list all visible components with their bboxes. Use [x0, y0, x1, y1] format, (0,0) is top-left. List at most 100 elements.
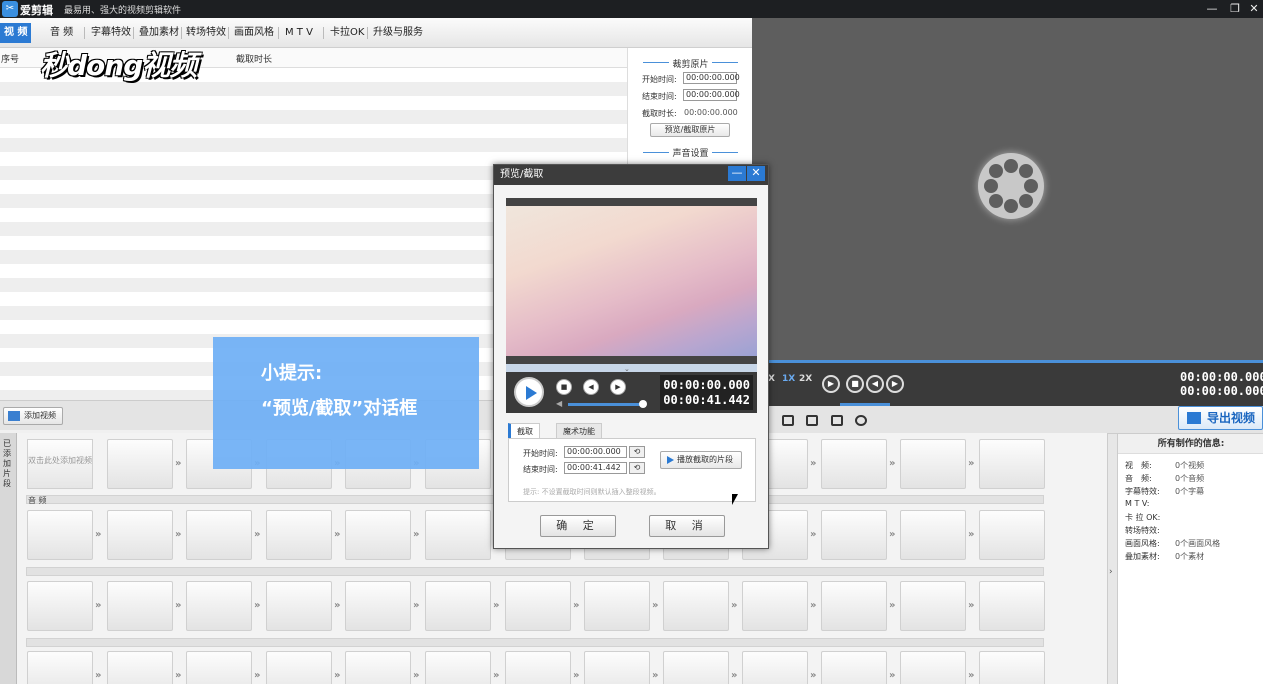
- ok-button[interactable]: 确 定: [540, 515, 616, 537]
- transition-arrow-icon[interactable]: »: [493, 601, 503, 611]
- clip-slot[interactable]: [425, 510, 491, 560]
- dialog-step-forward-icon[interactable]: ▶: [610, 379, 626, 395]
- transition-arrow-icon[interactable]: »: [652, 671, 662, 681]
- clip-slot[interactable]: [584, 651, 650, 684]
- dialog-close-button[interactable]: ✕: [747, 166, 765, 181]
- clip-slot[interactable]: [107, 581, 173, 631]
- clip-slot[interactable]: [900, 581, 966, 631]
- collapse-panel-tab[interactable]: ›: [1107, 434, 1117, 684]
- tab-upgrade-service[interactable]: 升级与服务: [373, 25, 423, 41]
- speed-half-button[interactable]: X: [768, 374, 775, 384]
- transition-arrow-icon[interactable]: »: [175, 530, 185, 540]
- clip-slot[interactable]: [345, 510, 411, 560]
- transition-arrow-icon[interactable]: »: [95, 530, 105, 540]
- clip-slot[interactable]: [27, 581, 93, 631]
- transition-arrow-icon[interactable]: »: [413, 530, 423, 540]
- transition-arrow-icon[interactable]: »: [413, 601, 423, 611]
- transition-arrow-icon[interactable]: »: [334, 530, 344, 540]
- tab-video[interactable]: 视 频: [0, 23, 32, 43]
- tab-karaoke[interactable]: 卡拉OK: [330, 25, 364, 41]
- transition-arrow-icon[interactable]: »: [968, 530, 978, 540]
- clip-slot[interactable]: [821, 581, 887, 631]
- added-clips-tab[interactable]: 已添加片段: [0, 433, 17, 684]
- clip-slot[interactable]: [900, 439, 966, 489]
- preview-player[interactable]: [752, 18, 1263, 360]
- dialog-start-time-field[interactable]: 00:00:00.000: [564, 446, 627, 458]
- clip-slot[interactable]: [425, 651, 491, 684]
- play-segment-button[interactable]: 播放截取的片段: [660, 451, 742, 469]
- transition-arrow-icon[interactable]: »: [968, 601, 978, 611]
- transition-arrow-icon[interactable]: »: [889, 530, 899, 540]
- transition-arrow-icon[interactable]: »: [95, 601, 105, 611]
- clip-slot[interactable]: [663, 651, 729, 684]
- minimize-button[interactable]: —: [1201, 0, 1223, 18]
- clip-slot[interactable]: [663, 581, 729, 631]
- transition-arrow-icon[interactable]: »: [731, 601, 741, 611]
- clip-slot[interactable]: [345, 581, 411, 631]
- clip-slot[interactable]: [979, 581, 1045, 631]
- transition-arrow-icon[interactable]: »: [254, 601, 264, 611]
- clip-slot[interactable]: [900, 510, 966, 560]
- dialog-seek-bar[interactable]: ⌄: [506, 364, 757, 373]
- clip-slot[interactable]: [742, 581, 808, 631]
- tab-subtitle-effects[interactable]: 字幕特效: [91, 25, 131, 41]
- end-time-field[interactable]: 00:00:00.000: [683, 89, 740, 101]
- list-row[interactable]: [0, 138, 627, 152]
- clip-slot[interactable]: [821, 439, 887, 489]
- transition-arrow-icon[interactable]: »: [334, 671, 344, 681]
- stop-icon[interactable]: ■: [846, 375, 864, 393]
- dialog-minimize-button[interactable]: —: [728, 166, 746, 181]
- transition-arrow-icon[interactable]: »: [573, 671, 583, 681]
- help-icon[interactable]: [831, 415, 843, 426]
- clip-slot[interactable]: [584, 581, 650, 631]
- transition-arrow-icon[interactable]: »: [334, 601, 344, 611]
- clip-slot[interactable]: [186, 651, 252, 684]
- clip-slot[interactable]: [979, 439, 1045, 489]
- tab-overlay-material[interactable]: 叠加素材: [139, 25, 179, 41]
- share-icon[interactable]: [855, 415, 867, 426]
- clip-slot[interactable]: [742, 651, 808, 684]
- dialog-volume-slider[interactable]: [568, 400, 647, 408]
- transition-arrow-icon[interactable]: »: [968, 459, 978, 469]
- transition-arrow-icon[interactable]: »: [810, 459, 820, 469]
- clip-slot[interactable]: [821, 510, 887, 560]
- clip-slot[interactable]: [107, 439, 173, 489]
- list-row[interactable]: [0, 110, 627, 124]
- transition-arrow-icon[interactable]: »: [573, 601, 583, 611]
- clip-slot[interactable]: [900, 651, 966, 684]
- tab-cut[interactable]: 截取: [508, 423, 540, 439]
- clip-slot[interactable]: [266, 510, 332, 560]
- close-button[interactable]: ✕: [1243, 0, 1263, 18]
- transition-arrow-icon[interactable]: »: [95, 671, 105, 681]
- tab-picture-style[interactable]: 画面风格: [234, 25, 274, 41]
- step-forward-icon[interactable]: ▶: [886, 375, 904, 393]
- transition-arrow-icon[interactable]: »: [889, 459, 899, 469]
- dialog-stop-icon[interactable]: ■: [556, 379, 572, 395]
- clip-slot[interactable]: [821, 651, 887, 684]
- add-video-dropzone[interactable]: 双击此处添加视频: [27, 439, 93, 489]
- dialog-end-time-field[interactable]: 00:00:41.442: [564, 462, 627, 474]
- dialog-play-icon[interactable]: [514, 377, 544, 407]
- clip-slot[interactable]: [27, 510, 93, 560]
- transition-arrow-icon[interactable]: »: [175, 601, 185, 611]
- clip-slot[interactable]: [979, 651, 1045, 684]
- dialog-video-preview[interactable]: [506, 198, 757, 364]
- preview-cut-button[interactable]: 预览/截取原片: [650, 123, 730, 137]
- start-time-field[interactable]: 00:00:00.000: [683, 72, 740, 84]
- clip-slot[interactable]: [186, 581, 252, 631]
- export-video-button[interactable]: 导出视频: [1178, 406, 1263, 430]
- transition-arrow-icon[interactable]: »: [810, 671, 820, 681]
- transition-arrow-icon[interactable]: »: [889, 601, 899, 611]
- dialog-step-back-icon[interactable]: ◀: [583, 379, 599, 395]
- cancel-button[interactable]: 取 消: [649, 515, 725, 537]
- transition-arrow-icon[interactable]: »: [652, 601, 662, 611]
- clip-slot[interactable]: [266, 651, 332, 684]
- speed-2x-button[interactable]: 2X: [799, 374, 812, 384]
- play-icon[interactable]: ▶: [822, 375, 840, 393]
- step-back-icon[interactable]: ◀: [866, 375, 884, 393]
- transition-arrow-icon[interactable]: »: [889, 671, 899, 681]
- clip-slot[interactable]: [107, 510, 173, 560]
- clip-slot[interactable]: [505, 581, 571, 631]
- clip-slot[interactable]: [979, 510, 1045, 560]
- speed-1x-button[interactable]: 1X: [782, 374, 795, 384]
